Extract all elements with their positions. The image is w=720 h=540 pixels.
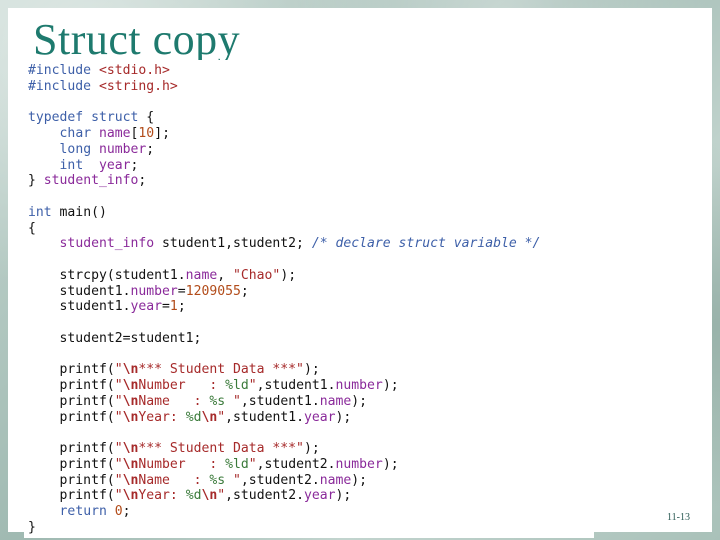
code-line: ​ [28, 252, 540, 268]
code-line: } student_info; [28, 173, 147, 189]
code-line: student_info student1,student2; /* decla… [59, 236, 541, 252]
code-line: char name[10]; [59, 126, 170, 141]
code-line: { [28, 220, 36, 236]
code-line: #include <string.h> [28, 78, 178, 94]
code-block: #include <stdio.h>#include <string.h>​ty… [28, 63, 540, 536]
code-line: int year; [59, 157, 139, 173]
code-listing: #include <stdio.h>#include <string.h>​ty… [24, 60, 594, 538]
code-line: ​ [28, 315, 540, 331]
code-line: student2=student1; [28, 330, 202, 346]
code-line: ​ [28, 189, 540, 205]
code-line: long number; [59, 141, 155, 157]
code-line: printf("\n*** Student Data ***"); [28, 362, 320, 378]
code-line: ​ [28, 347, 540, 363]
code-line: student1.year=1; [28, 299, 186, 315]
code-line: student1.number=1209055; [28, 283, 249, 299]
code-line: printf("\n*** Student Data ***"); [28, 441, 320, 456]
code-line: printf("\nName : %s ",student1.name); [28, 393, 368, 409]
code-line: ​ [28, 425, 540, 441]
code-line: ​ [28, 95, 540, 111]
code-line: return 0; [59, 504, 131, 519]
code-line: printf("\nYear: %d\n",student1.year); [28, 409, 352, 425]
code-line: printf("\nYear: %d\n",student2.year); [28, 488, 352, 504]
code-line: typedef struct { [28, 110, 155, 126]
code-line: int main() [28, 204, 107, 220]
slide-title: Struct copy [33, 15, 241, 64]
code-line: printf("\nName : %s ",student2.name); [28, 472, 368, 488]
code-line: printf("\nNumber : %ld",student2.number)… [28, 456, 399, 472]
code-line: } [28, 519, 36, 535]
code-line: #include <stdio.h> [28, 63, 170, 78]
page-number: 11-13 [667, 512, 690, 523]
code-line: printf("\nNumber : %ld",student1.number)… [28, 378, 399, 393]
code-line: strcpy(student1.name, "Chao"); [28, 267, 297, 283]
